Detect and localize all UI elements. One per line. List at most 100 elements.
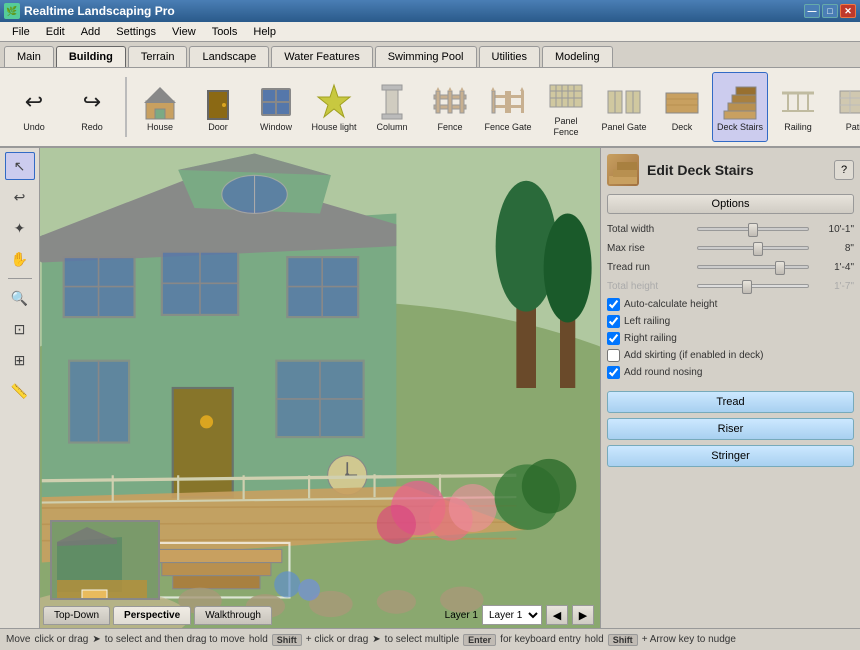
panel-help-button[interactable]: ?	[834, 160, 854, 180]
viewport[interactable]: Top-DownPerspectiveWalkthrough Layer 1 L…	[40, 148, 600, 628]
left-tool-pan[interactable]: 🔍	[5, 284, 35, 312]
checkbox-4[interactable]	[607, 366, 620, 379]
prop-slider-1[interactable]	[697, 241, 809, 255]
status-text-13: + Arrow key to nudge	[642, 634, 736, 645]
action-btn-riser[interactable]: Riser	[607, 418, 854, 440]
close-button[interactable]: ✕	[840, 4, 856, 18]
menu-item-help[interactable]: Help	[245, 24, 284, 40]
slider-track-3	[697, 284, 809, 288]
toolbar-redo[interactable]: ↪Redo	[64, 72, 120, 142]
checkbox-row-0: Auto-calculate height	[607, 298, 854, 311]
icon-fence-gate	[490, 82, 526, 122]
toolbar-fence-gate[interactable]: Fence Gate	[480, 72, 536, 142]
icon-panel-gate	[606, 82, 642, 122]
toolbar-panel-gate[interactable]: Panel Gate	[596, 72, 652, 142]
checkbox-3[interactable]	[607, 349, 620, 362]
menu-item-add[interactable]: Add	[73, 24, 109, 40]
toolbar-fence[interactable]: Fence	[422, 72, 478, 142]
action-buttons-section: Tread Riser Stringer	[607, 391, 854, 472]
viewport-thumbnail	[50, 520, 160, 600]
panel-properties: Total width 10'-1" Max rise 8" Tread run…	[607, 222, 854, 298]
toolbar-deck-stairs[interactable]: Deck Stairs	[712, 72, 768, 142]
view-tab-walkthrough[interactable]: Walkthrough	[194, 606, 272, 625]
left-tool-zoom[interactable]: ⊡	[5, 315, 35, 343]
toolbar-column[interactable]: Column	[364, 72, 420, 142]
layer-prev-button[interactable]: ◀	[546, 605, 568, 625]
checkbox-label-2: Right railing	[624, 333, 677, 344]
maximize-button[interactable]: □	[822, 4, 838, 18]
slider-track-1	[697, 246, 809, 250]
view-tab-top-down[interactable]: Top-Down	[43, 606, 110, 625]
right-panel: Edit Deck Stairs ? Options Total width 1…	[600, 148, 860, 628]
tab-landscape[interactable]: Landscape	[189, 46, 269, 67]
icon-patio	[838, 82, 860, 122]
toolbar-deck[interactable]: Deck	[654, 72, 710, 142]
tab-swimming-pool[interactable]: Swimming Pool	[375, 46, 477, 67]
slider-thumb-0[interactable]	[748, 223, 758, 237]
status-text-0: Move	[6, 634, 30, 645]
prop-slider-2[interactable]	[697, 260, 809, 274]
prop-slider-0[interactable]	[697, 222, 809, 236]
left-tool-add[interactable]: ✋	[5, 245, 35, 273]
toolbar-door[interactable]: Door	[190, 72, 246, 142]
toolbar-icon-redo: ↪	[74, 82, 110, 122]
menu-item-tools[interactable]: Tools	[204, 24, 246, 40]
app-title: Realtime Landscaping Pro	[24, 4, 804, 18]
checkbox-row-3: Add skirting (if enabled in deck)	[607, 349, 854, 362]
layer-select[interactable]: Layer 1	[482, 605, 542, 625]
tab-terrain[interactable]: Terrain	[128, 46, 188, 67]
toolbar: ↩Undo↪RedoHouseDoorWindowHouse lightColu…	[0, 68, 860, 148]
prop-value-2: 1'-4"	[809, 262, 854, 273]
slider-thumb-1[interactable]	[753, 242, 763, 256]
checkbox-1[interactable]	[607, 315, 620, 328]
left-tool-grid[interactable]: 📏	[5, 377, 35, 405]
view-tab-perspective[interactable]: Perspective	[113, 606, 191, 625]
left-tool-zoom-region[interactable]: ⊞	[5, 346, 35, 374]
icon-window	[258, 82, 294, 122]
toolbar-patio[interactable]: Patio	[828, 72, 860, 142]
status-text-7: ➤	[372, 634, 380, 645]
tab-main[interactable]: Main	[4, 46, 54, 67]
checkbox-0[interactable]	[607, 298, 620, 311]
property-row-2: Tread run 1'-4"	[607, 260, 854, 274]
tab-modeling[interactable]: Modeling	[542, 46, 613, 67]
tab-building[interactable]: Building	[56, 46, 126, 67]
prop-label-2: Tread run	[607, 262, 697, 273]
left-tool-edit-points[interactable]: ✦	[5, 214, 35, 242]
main-area: ↖ ↩ ✦ ✋ 🔍 ⊡ ⊞ 📏	[0, 148, 860, 628]
toolbar-railing[interactable]: Railing	[770, 72, 826, 142]
window-controls: — □ ✕	[804, 4, 856, 18]
options-button[interactable]: Options	[607, 194, 854, 214]
icon-panel-fence	[548, 76, 584, 116]
status-bar: Moveclick or drag➤to select and then dra…	[0, 628, 860, 650]
status-text-3: to select and then drag to move	[105, 634, 245, 645]
status-key-5: Shift	[272, 634, 302, 646]
layer-next-button[interactable]: ▶	[572, 605, 594, 625]
panel-icon	[607, 154, 639, 186]
action-btn-stringer[interactable]: Stringer	[607, 445, 854, 467]
left-tool-undo[interactable]: ↩	[5, 183, 35, 211]
toolbar-undo[interactable]: ↩Undo	[6, 72, 62, 142]
prop-value-1: 8"	[809, 243, 854, 254]
slider-thumb-2[interactable]	[775, 261, 785, 275]
prop-slider-3	[697, 279, 809, 293]
checkbox-2[interactable]	[607, 332, 620, 345]
icon-house	[142, 82, 178, 122]
tab-water-features[interactable]: Water Features	[271, 46, 372, 67]
menu-item-view[interactable]: View	[164, 24, 204, 40]
menu-item-settings[interactable]: Settings	[108, 24, 164, 40]
panel-checkboxes: Auto-calculate height Left railing Right…	[607, 298, 854, 383]
checkbox-label-4: Add round nosing	[624, 367, 702, 378]
left-tool-select[interactable]: ↖	[5, 152, 35, 180]
property-row-0: Total width 10'-1"	[607, 222, 854, 236]
minimize-button[interactable]: —	[804, 4, 820, 18]
toolbar-house-light[interactable]: House light	[306, 72, 362, 142]
toolbar-panel-fence[interactable]: Panel Fence	[538, 72, 594, 142]
menu-item-edit[interactable]: Edit	[38, 24, 73, 40]
left-toolbar: ↖ ↩ ✦ ✋ 🔍 ⊡ ⊞ 📏	[0, 148, 40, 628]
toolbar-window[interactable]: Window	[248, 72, 304, 142]
action-btn-tread[interactable]: Tread	[607, 391, 854, 413]
menu-item-file[interactable]: File	[4, 24, 38, 40]
tab-utilities[interactable]: Utilities	[479, 46, 540, 67]
toolbar-house[interactable]: House	[132, 72, 188, 142]
